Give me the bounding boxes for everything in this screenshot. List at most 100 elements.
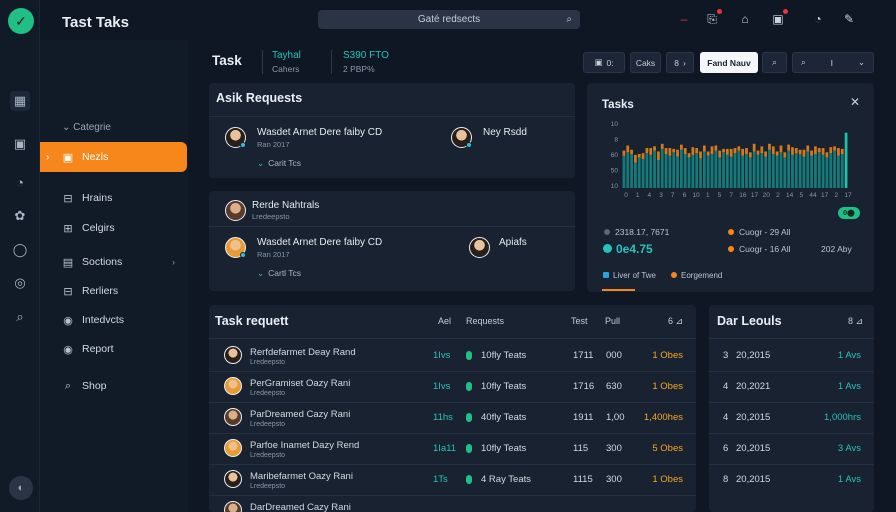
chart-bar[interactable] xyxy=(725,154,729,188)
chart-bar-segment[interactable] xyxy=(679,144,683,150)
chart-bar-segment[interactable] xyxy=(702,145,706,152)
avatar[interactable] xyxy=(224,501,242,512)
palette-icon[interactable]: ◔ xyxy=(810,11,826,27)
chart-bar-segment[interactable] xyxy=(814,146,817,154)
chart-bar[interactable] xyxy=(733,153,737,188)
chart-bar-segment[interactable] xyxy=(768,143,771,150)
chart-bar-segment[interactable] xyxy=(748,152,752,158)
circle-icon[interactable]: ◯ xyxy=(10,240,30,260)
chart-bar[interactable] xyxy=(702,151,706,188)
chart-bar-segment[interactable] xyxy=(634,154,637,163)
chart-bar[interactable] xyxy=(771,154,775,188)
chart-bar[interactable] xyxy=(798,154,802,188)
chart-bar[interactable] xyxy=(687,157,691,188)
chart-bar[interactable] xyxy=(745,154,748,188)
chart-bar[interactable] xyxy=(844,132,848,188)
sidebar-item-report[interactable]: ◉ Report xyxy=(40,334,187,364)
calendar-icon[interactable]: ▣ xyxy=(770,9,788,27)
chart-bar-segment[interactable] xyxy=(756,150,760,155)
sidebar-item-hrains[interactable]: ⊟ Hrains xyxy=(40,183,187,213)
chart-bar-segment[interactable] xyxy=(695,148,699,154)
chart-bar-segment[interactable] xyxy=(791,147,794,155)
chart-bar[interactable] xyxy=(802,156,806,188)
chart-bar[interactable] xyxy=(679,149,683,188)
chart-bar-segment[interactable] xyxy=(645,148,649,154)
avatar[interactable] xyxy=(225,127,246,148)
chart-bar[interactable] xyxy=(718,157,722,188)
request-name[interactable]: Rerde Nahtrals xyxy=(252,200,319,211)
chart-bar-segment[interactable] xyxy=(760,146,764,154)
box-icon[interactable]: ▣ xyxy=(10,134,30,154)
chart-bar-segment[interactable] xyxy=(733,148,737,154)
chart-bar[interactable] xyxy=(622,155,626,188)
chart-bar-segment[interactable] xyxy=(653,146,656,151)
home-icon[interactable]: ⌂ xyxy=(737,11,753,27)
column-header[interactable]: Test xyxy=(571,316,588,326)
chart-bar[interactable] xyxy=(791,154,794,188)
column-header[interactable]: Ael xyxy=(438,316,451,326)
chart-bar-segment[interactable] xyxy=(676,149,679,157)
request-name[interactable]: Wasdet Arnet Dere faiby CD xyxy=(257,127,382,138)
building-icon[interactable]: ▦ xyxy=(10,91,30,111)
chart-bar-segment[interactable] xyxy=(706,151,710,156)
chart-bar-segment[interactable] xyxy=(821,148,825,155)
task-name[interactable]: DarDreamed Cazy Rani xyxy=(250,502,351,512)
task-name[interactable]: Maribefarmet Oazy Rani xyxy=(250,471,353,482)
chart-bar-segment[interactable] xyxy=(722,148,725,153)
column-header[interactable]: 8 ⊿ xyxy=(848,316,863,327)
avatar[interactable] xyxy=(224,377,242,395)
chart-bar[interactable] xyxy=(634,162,637,189)
chart-bar-segment[interactable] xyxy=(714,145,718,151)
chart-bar[interactable] xyxy=(695,153,699,188)
avatar[interactable] xyxy=(451,127,472,148)
chart-bar[interactable] xyxy=(668,155,672,188)
avatar[interactable] xyxy=(224,439,242,457)
chart-bar-segment[interactable] xyxy=(806,145,810,152)
chart-bar[interactable] xyxy=(699,158,702,188)
search-button[interactable]: ⌕ xyxy=(762,52,787,73)
caks-button[interactable]: Caks xyxy=(630,52,661,73)
chart-bar[interactable] xyxy=(641,159,645,188)
chart-bar[interactable] xyxy=(760,153,764,188)
chart-bar[interactable] xyxy=(737,150,741,188)
search-select[interactable]: ⌕ I ⌄ xyxy=(792,52,874,73)
task-name[interactable]: Parfoe Inamet Dazy Rend xyxy=(250,440,359,451)
chart-bar-segment[interactable] xyxy=(794,148,798,154)
task-name[interactable]: ParDreamed Cazy Rani xyxy=(250,409,350,420)
chart-bar-segment[interactable] xyxy=(745,148,748,154)
chart-bar[interactable] xyxy=(691,154,695,188)
column-header[interactable]: Requests xyxy=(466,316,504,326)
chart-bar[interactable] xyxy=(710,154,714,188)
chart-bar-segment[interactable] xyxy=(771,146,775,154)
sidebar-item-intedvcts[interactable]: ◉ Intedvcts xyxy=(40,305,187,335)
sidebar-item-celgirs[interactable]: ⊞ Celgirs xyxy=(40,213,187,243)
column-header[interactable]: Pull xyxy=(605,316,620,326)
avatar[interactable] xyxy=(224,470,242,488)
chart-bar-segment[interactable] xyxy=(817,148,821,153)
avatar[interactable] xyxy=(224,346,242,364)
request-name[interactable]: Wasdet Arnet Dere faiby CD xyxy=(257,237,382,248)
chart-bar[interactable] xyxy=(787,150,791,188)
chart-bar[interactable] xyxy=(645,153,649,188)
target-icon[interactable]: ◎ xyxy=(10,273,30,293)
avatar[interactable] xyxy=(225,200,246,221)
chart-bar[interactable] xyxy=(706,155,710,188)
sidebar-item-rerliers[interactable]: ⊟ Rerliers xyxy=(40,276,187,306)
chart-bar-segment[interactable] xyxy=(741,148,745,156)
chart-bar[interactable] xyxy=(637,157,641,188)
chart-bar[interactable] xyxy=(683,154,687,188)
chart-bar-segment[interactable] xyxy=(626,145,630,153)
chart-bar-segment[interactable] xyxy=(729,148,733,157)
chart-bar-segment[interactable] xyxy=(783,152,787,158)
chart-bar[interactable] xyxy=(764,156,768,188)
gauge-icon[interactable]: ◔ xyxy=(10,172,30,192)
chart-bar-segment[interactable] xyxy=(825,152,829,158)
chart-bar[interactable] xyxy=(783,157,787,188)
chart-bar[interactable] xyxy=(825,157,829,188)
chart-bar[interactable] xyxy=(775,155,779,188)
chart-bar[interactable] xyxy=(806,151,810,188)
chart-bar[interactable] xyxy=(649,154,653,188)
chart-bar[interactable] xyxy=(672,152,676,188)
chart-bar-segment[interactable] xyxy=(837,148,840,156)
chart-bar[interactable] xyxy=(676,156,679,188)
